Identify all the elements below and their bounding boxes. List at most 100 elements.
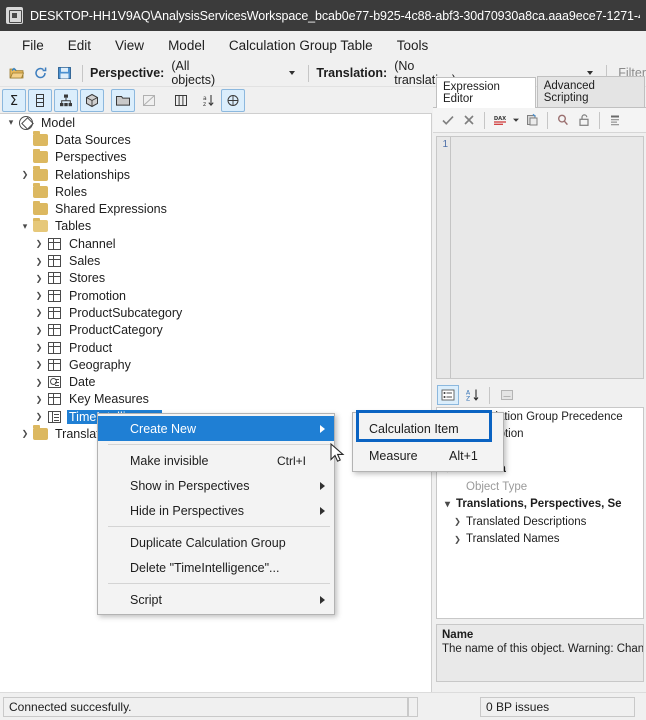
partitions-icon[interactable] xyxy=(80,88,104,112)
tree-item-sales[interactable]: ❯ Sales xyxy=(0,252,431,269)
create-new-submenu[interactable]: Calculation Item Measure Alt+1 xyxy=(352,412,504,472)
tree-item-key-measures[interactable]: ❯ Key Measures xyxy=(0,391,431,408)
format-icon[interactable] xyxy=(605,110,625,130)
property-pages-icon[interactable] xyxy=(496,385,518,405)
folder-icon xyxy=(32,131,48,147)
tree-item-model[interactable]: ▾ Model xyxy=(0,114,431,131)
categorized-view-icon[interactable] xyxy=(437,385,459,405)
tab-expression-editor[interactable]: Expression Editor xyxy=(436,77,536,108)
perspective-value[interactable]: (All objects) xyxy=(171,59,226,87)
context-menu-item-script[interactable]: Script xyxy=(98,587,334,612)
tree-item-geography[interactable]: ❯ Geography xyxy=(0,356,431,373)
dax-formatter-icon[interactable]: DAX xyxy=(490,110,510,130)
menu-view[interactable]: View xyxy=(103,34,156,57)
paste-icon[interactable] xyxy=(522,110,542,130)
tree-item-shared-expressions[interactable]: Shared Expressions xyxy=(0,200,431,217)
search-icon[interactable] xyxy=(553,110,573,130)
submenu-item-measure[interactable]: Measure Alt+1 xyxy=(353,442,503,469)
sort-by-column-icon[interactable]: a z xyxy=(195,89,219,112)
menu-tools[interactable]: Tools xyxy=(385,34,441,57)
property-name: Translations, Perspectives, Se xyxy=(456,498,622,511)
chevron-right-icon[interactable]: ❯ xyxy=(32,360,46,369)
context-menu-item-create-new[interactable]: Create New xyxy=(98,416,334,441)
translation-dropdown-icon[interactable] xyxy=(587,71,594,75)
save-icon[interactable] xyxy=(54,63,75,84)
chevron-down-icon[interactable]: ▾ xyxy=(4,117,18,128)
hierarchies-icon[interactable] xyxy=(54,88,78,112)
chevron-right-icon[interactable]: ❯ xyxy=(32,274,46,283)
alphabetical-sort-icon[interactable]: A Z xyxy=(461,385,483,405)
cancel-icon[interactable] xyxy=(459,110,479,130)
chevron-right-icon[interactable]: ❯ xyxy=(32,291,46,300)
tree-item-productcategory[interactable]: ❯ ProductCategory xyxy=(0,322,431,339)
tree-item-label: Tables xyxy=(55,219,92,234)
context-menu-item-duplicate-calculation-group[interactable]: Duplicate Calculation Group xyxy=(98,530,334,555)
unlock-icon[interactable] xyxy=(574,110,594,130)
svg-text:DAX: DAX xyxy=(494,116,506,122)
context-menu-separator xyxy=(108,583,330,584)
context-menu-item-delete-timeintelligence[interactable]: Delete "TimeIntelligence"... xyxy=(98,555,334,580)
tree-item-label: ProductCategory xyxy=(69,323,163,338)
open-icon[interactable] xyxy=(6,63,27,84)
property-row[interactable]: ❯ Translated Descriptions xyxy=(437,513,643,531)
measures-icon[interactable]: Σ xyxy=(2,88,26,112)
property-row[interactable]: Object Type xyxy=(437,478,643,496)
perspective-dropdown-icon[interactable] xyxy=(289,71,296,75)
context-menu-item-show-in-perspectives[interactable]: Show in Perspectives xyxy=(98,473,334,498)
tree-item-promotion[interactable]: ❯ Promotion xyxy=(0,287,431,304)
menu-edit[interactable]: Edit xyxy=(56,34,103,57)
menu-model[interactable]: Model xyxy=(156,34,217,57)
chevron-right-icon[interactable]: ❯ xyxy=(32,239,46,248)
tree-item-date[interactable]: ❯ Date xyxy=(0,373,431,390)
chevron-right-icon[interactable]: ❯ xyxy=(32,395,46,404)
property-row[interactable]: ❯ Translated Names xyxy=(437,531,643,549)
chevron-right-icon[interactable]: ❯ xyxy=(451,535,464,544)
context-menu-item-shortcut: Ctrl+I xyxy=(276,453,306,468)
folder-icon xyxy=(32,148,48,164)
tree-item-label: Key Measures xyxy=(69,392,149,407)
refresh-icon[interactable] xyxy=(30,63,51,84)
tree-item-channel[interactable]: ❯ Channel xyxy=(0,235,431,252)
context-menu-item-hide-in-perspectives[interactable]: Hide in Perspectives xyxy=(98,498,334,523)
perspective-label: Perspective: xyxy=(90,66,165,80)
tree-item-product[interactable]: ❯ Product xyxy=(0,339,431,356)
tree-item-stores[interactable]: ❯ Stores xyxy=(0,270,431,287)
chevron-right-icon[interactable]: ❯ xyxy=(32,257,46,266)
tree-item-data-sources[interactable]: Data Sources xyxy=(0,131,431,148)
tree-item-relationships[interactable]: ❯ Relationships xyxy=(0,166,431,183)
accept-icon[interactable] xyxy=(438,110,458,130)
menu-file[interactable]: File xyxy=(10,34,56,57)
dax-expression-editor[interactable]: 1 xyxy=(436,136,644,379)
chevron-right-icon[interactable]: ❯ xyxy=(32,378,46,387)
tree-item-roles[interactable]: Roles xyxy=(0,183,431,200)
chevron-right-icon[interactable]: ❯ xyxy=(32,343,46,352)
chevron-right-icon[interactable]: ❯ xyxy=(451,517,464,526)
property-row[interactable]: ▾ Translations, Perspectives, Se xyxy=(437,496,643,514)
chevron-right-icon[interactable]: ❯ xyxy=(32,326,46,335)
context-menu[interactable]: Create New Make invisible Ctrl+I Show in Pe… xyxy=(97,413,335,615)
context-menu-item-make-invisible[interactable]: Make invisible Ctrl+I xyxy=(98,448,334,473)
chevron-down-icon[interactable]: ▾ xyxy=(441,499,454,510)
submenu-item-label: Calculation Item xyxy=(369,421,459,436)
chevron-right-icon[interactable]: ❯ xyxy=(18,170,32,179)
menu-calculation-group-table[interactable]: Calculation Group Table xyxy=(217,34,385,57)
tree-item-productsubcategory[interactable]: ❯ ProductSubcategory xyxy=(0,304,431,321)
object-model-icon[interactable] xyxy=(221,88,245,112)
chevron-right-icon[interactable]: ❯ xyxy=(18,429,32,438)
chevron-right-icon[interactable]: ❯ xyxy=(32,412,46,421)
toolbar-divider-1 xyxy=(82,64,83,82)
chevron-down-icon[interactable]: ▾ xyxy=(18,221,32,232)
all-columns-icon[interactable] xyxy=(169,89,193,112)
menu-bar: File Edit View Model Calculation Group T… xyxy=(0,31,646,60)
display-folders-icon[interactable] xyxy=(111,88,135,112)
submenu-item-calculation-item[interactable]: Calculation Item xyxy=(353,415,503,442)
tab-advanced-scripting[interactable]: Advanced Scripting xyxy=(536,76,645,107)
columns-icon[interactable] xyxy=(28,88,52,112)
dax-dropdown-icon[interactable] xyxy=(511,110,521,130)
hidden-objects-icon[interactable] xyxy=(137,89,161,112)
tabular-editor-icon xyxy=(6,7,23,24)
editor-text-area[interactable] xyxy=(451,137,643,378)
chevron-right-icon[interactable]: ❯ xyxy=(32,308,46,317)
tree-item-tables[interactable]: ▾ Tables xyxy=(0,217,431,235)
tree-item-perspectives[interactable]: Perspectives xyxy=(0,148,431,166)
